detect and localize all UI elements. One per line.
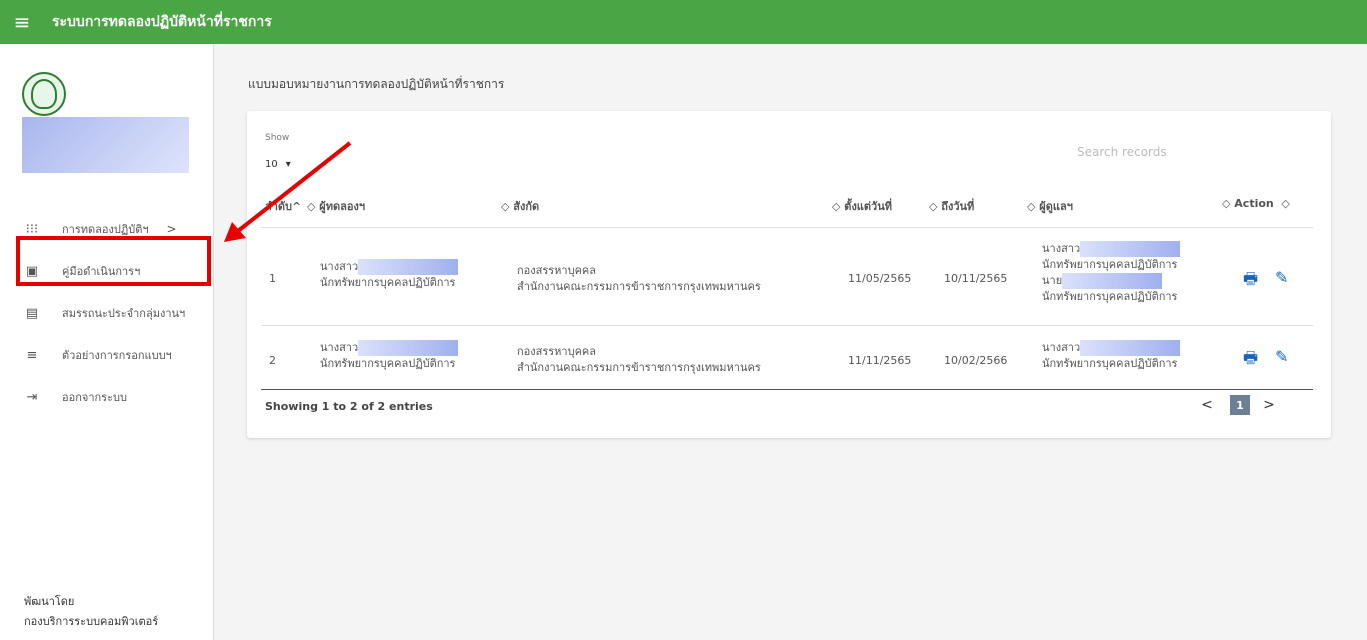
trainee-prefix: นางสาว: [320, 260, 359, 273]
dept-line-1: กองสรรหาบุคคล: [517, 264, 597, 277]
redacted-name: [358, 340, 459, 356]
search-input[interactable]: [1077, 137, 1313, 166]
page-title: แบบมอบหมายงานการทดลองปฏิบัติหน้าที่ราชกา…: [248, 77, 505, 91]
header-divider: [261, 227, 1313, 228]
records-card: Show 10 ▾ ลำดับ^ ◇ ผู้ทดลองฯ ◇ สังกัด ◇ …: [247, 111, 1331, 438]
dept-line-2: สำนักงานคณะกรรมการข้าราชการกรุงเทพมหานคร: [517, 280, 761, 293]
table-bottom-border: [261, 389, 1313, 390]
col-label: ผู้ดูแลฯ: [1039, 200, 1073, 213]
print-icon[interactable]: 🖶: [1243, 268, 1261, 288]
sort-icon: ◇: [929, 200, 942, 213]
redacted-name: [358, 259, 459, 275]
sidebar-item-label: สมรรถนะประจำกลุ่มงานฯ: [62, 307, 186, 320]
sidebar-item-example[interactable]: ≡ ตัวอย่างการกรอกแบบฯ: [0, 342, 213, 368]
page-size-select[interactable]: 10 ▾: [265, 154, 313, 174]
page-size-value: 10: [265, 158, 278, 170]
col-label: สังกัด: [513, 200, 540, 213]
col-label: ตั้งแต่วันที่: [844, 200, 892, 213]
col-label: Action: [1234, 197, 1274, 210]
mentor-title: นักทรัพยากรบุคคลปฏิบัติการ: [1042, 258, 1178, 271]
trainee-title: นักทรัพยากรบุคคลปฏิบัติการ: [320, 357, 456, 370]
date-from: 11/11/2565: [848, 354, 912, 367]
sort-icon: ◇: [307, 200, 320, 213]
pagination-next[interactable]: >: [1261, 395, 1277, 415]
print-icon[interactable]: 🖶: [1243, 347, 1261, 367]
search-field[interactable]: [1077, 137, 1313, 166]
date-to: 10/02/2566: [944, 354, 1008, 367]
show-label: Show: [265, 133, 290, 143]
sidebar-item-logout[interactable]: ⇥ ออกจากระบบ: [0, 384, 213, 410]
trainee-title: นักทรัพยากรบุคคลปฏิบัติการ: [320, 276, 456, 289]
col-label: ผู้ทดลองฯ: [319, 200, 366, 213]
mentor-cell: นางสาว นักทรัพยากรบุคคลปฏิบัติการ นาย นั…: [1042, 241, 1181, 305]
sidebar-item-label: ตัวอย่างการกรอกแบบฯ: [62, 349, 172, 362]
redacted-name: [1080, 340, 1181, 356]
col-header-no[interactable]: ลำดับ^: [265, 197, 301, 215]
col-header-to[interactable]: ◇ ถึงวันที่: [929, 197, 974, 215]
sort-icon: ◇: [501, 200, 514, 213]
sidebar-item-label: ออกจากระบบ: [62, 391, 127, 404]
pagination-current[interactable]: 1: [1230, 395, 1250, 415]
mentor-prefix: นางสาว: [1042, 341, 1081, 354]
chevron-right-icon: >: [166, 222, 177, 236]
grid-icon: ⁝⁝⁝: [25, 221, 39, 237]
app-title: ระบบการทดลองปฏิบัติหน้าที่ราชการ: [52, 14, 272, 30]
date-to: 10/11/2565: [944, 272, 1008, 285]
dept-line-2: สำนักงานคณะกรรมการข้าราชการกรุงเทพมหานคร: [517, 361, 761, 374]
logout-icon: ⇥: [26, 389, 38, 405]
sort-icon: ◇: [832, 200, 845, 213]
date-from: 11/05/2565: [848, 272, 912, 285]
mentor-title: นักทรัพยากรบุคคลปฏิบัติการ: [1042, 357, 1178, 370]
row-divider: [261, 325, 1313, 326]
edit-icon[interactable]: ✎: [1275, 268, 1293, 287]
col-header-from[interactable]: ◇ ตั้งแต่วันที่: [832, 197, 892, 215]
col-header-mentor[interactable]: ◇ ผู้ดูแลฯ: [1027, 197, 1073, 215]
footer-org: กองบริการระบบคอมพิวเตอร์: [24, 615, 159, 628]
sidebar-item-competency[interactable]: ▤ สมรรถนะประจำกลุ่มงานฯ: [0, 300, 213, 326]
redacted-name: [1080, 241, 1181, 257]
trainee-cell: นางสาว นักทรัพยากรบุคคลปฏิบัติการ: [320, 259, 459, 291]
trainee-prefix: นางสาว: [320, 341, 359, 354]
sidebar: ⁝⁝⁝ การทดลองปฏิบัติฯ > ▣ คู่มือดำเนินการ…: [0, 44, 214, 640]
app-header: ≡ ระบบการทดลองปฏิบัติหน้าที่ราชการ: [0, 0, 1367, 44]
dept-cell: กองสรรหาบุคคล สำนักงานคณะกรรมการข้าราชกา…: [517, 263, 761, 295]
dept-line-1: กองสรรหาบุคคล: [517, 345, 597, 358]
col-header-action[interactable]: ◇ Action ◇: [1222, 197, 1290, 210]
mentor-title: นักทรัพยากรบุคคลปฏิบัติการ: [1042, 290, 1178, 303]
row-no: 1: [269, 272, 276, 285]
dept-cell: กองสรรหาบุคคล สำนักงานคณะกรรมการข้าราชกา…: [517, 344, 761, 376]
hamburger-icon[interactable]: ≡: [0, 0, 44, 44]
sidebar-footer: พัฒนาโดย กองบริการระบบคอมพิวเตอร์: [24, 592, 158, 632]
row-no: 2: [269, 354, 276, 367]
highlight-box: [16, 236, 211, 286]
sort-icon: ◇: [1273, 197, 1290, 210]
sort-icon: ◇: [1222, 197, 1235, 210]
mentor-cell: นางสาว นักทรัพยากรบุคคลปฏิบัติการ: [1042, 340, 1181, 372]
mentor-prefix: นางสาว: [1042, 242, 1081, 255]
col-header-dept[interactable]: ◇ สังกัด: [501, 197, 539, 215]
edit-icon[interactable]: ✎: [1275, 347, 1293, 366]
pagination-prev[interactable]: <: [1199, 395, 1215, 415]
entries-info: Showing 1 to 2 of 2 entries: [265, 400, 433, 413]
bma-logo: [22, 72, 66, 116]
trainee-cell: นางสาว นักทรัพยากรบุคคลปฏิบัติการ: [320, 340, 459, 372]
user-profile-redacted: [22, 117, 189, 173]
mentor-prefix: นาย: [1042, 274, 1063, 287]
col-header-trainee[interactable]: ◇ ผู้ทดลองฯ: [307, 197, 365, 215]
col-label: ถึงวันที่: [941, 200, 975, 213]
footer-developed-by: พัฒนาโดย: [24, 595, 75, 608]
chevron-down-icon: ▾: [285, 158, 291, 170]
document-icon: ▤: [25, 305, 39, 321]
sort-icon: ◇: [1027, 200, 1040, 213]
redacted-name: [1062, 273, 1163, 289]
list-icon: ≡: [26, 347, 38, 363]
